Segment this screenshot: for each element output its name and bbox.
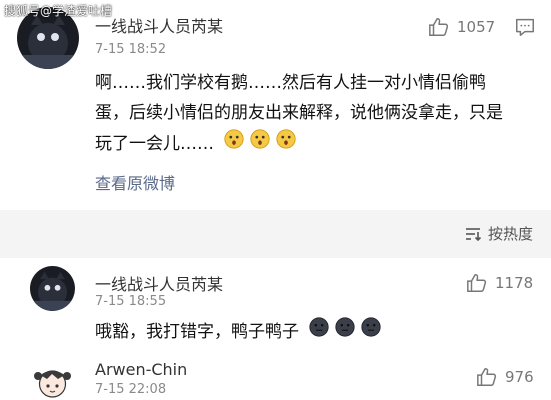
shocked-face-icon — [275, 128, 297, 160]
shocked-face-icon — [223, 128, 245, 160]
sort-button[interactable]: 按热度 — [464, 223, 533, 244]
avatar[interactable] — [30, 360, 75, 400]
thumbs-up-icon — [429, 18, 449, 36]
comment-text-content: 哦豁，我打错字，鸭子鸭子 — [95, 322, 299, 342]
comment-text: 啊……我们学校有鹅……然后有人挂一对小情侣偷鸭蛋，后续小情侣的朋友出来解释，说他… — [95, 68, 515, 160]
username[interactable]: Arwen-Chin — [95, 360, 187, 379]
comments-page: 搜狐号@学渣爱吐槽 一线战斗人员芮某 7-15 18:52 1057 啊……我们… — [0, 0, 551, 400]
shocked-face-icon — [249, 128, 271, 160]
comment-text: 哦豁，我打错字，鸭子鸭子 — [95, 316, 535, 348]
like-count: 976 — [505, 368, 534, 386]
sort-icon — [465, 227, 482, 241]
thumbs-up-icon — [477, 368, 497, 386]
watermark: 搜狐号@学渣爱吐槽 — [4, 4, 113, 18]
timestamp: 7-15 22:08 — [95, 382, 167, 397]
thumbs-up-icon — [467, 274, 487, 292]
view-original-link[interactable]: 查看原微博 — [95, 170, 175, 194]
dark-face-icon — [308, 316, 330, 348]
avatar[interactable] — [30, 266, 75, 311]
dark-face-icon — [360, 316, 382, 348]
timestamp: 7-15 18:55 — [95, 294, 167, 309]
username[interactable]: 一线战斗人员芮某 — [95, 271, 223, 295]
sort-label: 按热度 — [487, 225, 533, 243]
comment-item: 一线战斗人员芮某 7-15 18:52 1057 啊……我们学校有鹅……然后有人… — [0, 0, 551, 210]
like-button[interactable]: 976 — [476, 366, 534, 388]
like-count: 1178 — [495, 274, 534, 292]
comment-icon[interactable] — [514, 16, 543, 38]
dark-face-icon — [334, 316, 356, 348]
like-count: 1057 — [457, 18, 496, 36]
comment-text-content: 啊……我们学校有鹅……然后有人挂一对小情侣偷鸭蛋，后续小情侣的朋友出来解释，说他… — [95, 73, 503, 154]
like-button[interactable]: 1057 — [428, 16, 495, 38]
sort-bar: 按热度 — [0, 210, 551, 258]
like-button[interactable]: 1178 — [466, 272, 533, 294]
timestamp: 7-15 18:52 — [95, 42, 167, 57]
username[interactable]: 一线战斗人员芮某 — [95, 13, 223, 37]
